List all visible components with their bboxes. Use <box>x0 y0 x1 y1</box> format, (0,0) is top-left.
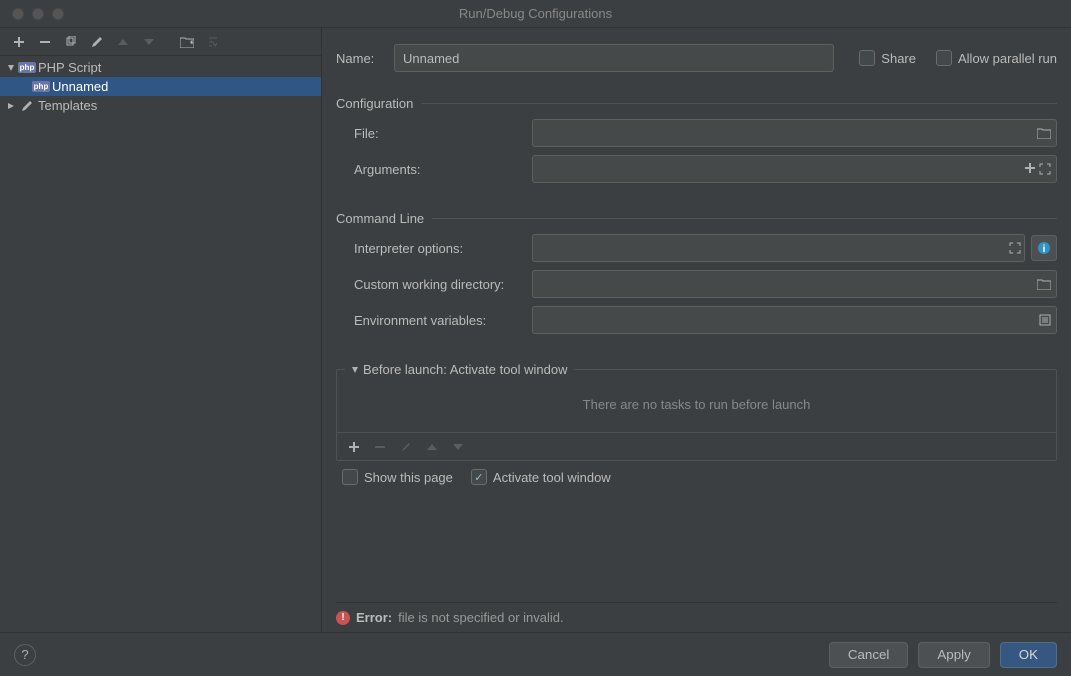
before-launch-empty: There are no tasks to run before launch <box>337 377 1056 432</box>
checkbox-checked-icon <box>471 469 487 485</box>
arguments-input[interactable] <box>532 155 1057 183</box>
ok-button[interactable]: OK <box>1000 642 1057 668</box>
move-task-up-button <box>421 436 443 458</box>
titlebar: Run/Debug Configurations <box>0 0 1071 28</box>
move-task-down-button <box>447 436 469 458</box>
activate-tool-window-checkbox[interactable]: Activate tool window <box>471 469 611 485</box>
file-label: File: <box>354 126 532 141</box>
folder-button[interactable] <box>176 31 198 53</box>
command-line-section: Command Line Interpreter options: i Cust… <box>336 211 1057 342</box>
collapse-arrow-icon <box>351 366 359 374</box>
file-input[interactable] <box>532 119 1057 147</box>
window-title: Run/Debug Configurations <box>0 6 1071 21</box>
before-launch-title[interactable]: Before launch: Activate tool window <box>345 362 574 377</box>
list-icon[interactable] <box>1039 314 1051 326</box>
share-checkbox[interactable]: Share <box>859 50 916 66</box>
footer: ? Cancel Apply OK <box>0 632 1071 676</box>
checkbox-icon <box>859 50 875 66</box>
settings-icon <box>18 99 36 113</box>
configuration-section: Configuration File: Arguments: <box>336 96 1057 191</box>
php-file-icon: php <box>18 62 36 73</box>
tree-label: Templates <box>38 98 97 113</box>
tree-label: Unnamed <box>52 79 108 94</box>
error-label: Error: <box>356 610 392 625</box>
before-launch-toolbar <box>337 432 1056 460</box>
info-button[interactable]: i <box>1031 235 1057 261</box>
working-directory-input[interactable] <box>532 270 1057 298</box>
minimize-window-icon[interactable] <box>32 8 44 20</box>
remove-config-button[interactable] <box>34 31 56 53</box>
browse-icon[interactable] <box>1037 278 1051 290</box>
php-file-icon: php <box>32 81 50 92</box>
expand-arrow-icon <box>4 102 18 110</box>
move-down-button <box>138 31 160 53</box>
sort-button <box>202 31 224 53</box>
error-icon: ! <box>336 611 350 625</box>
env-vars-label: Environment variables: <box>354 313 532 328</box>
remove-task-button <box>369 436 391 458</box>
name-input[interactable] <box>394 44 834 72</box>
sidebar: php PHP Script php Unnamed Templates <box>0 28 322 632</box>
tree-item-php-script[interactable]: php PHP Script <box>0 58 321 77</box>
browse-icon[interactable] <box>1037 127 1051 139</box>
checkbox-icon <box>936 50 952 66</box>
add-icon[interactable] <box>1025 163 1035 175</box>
add-task-button[interactable] <box>343 436 365 458</box>
apply-button[interactable]: Apply <box>918 642 989 668</box>
edit-defaults-button[interactable] <box>86 31 108 53</box>
content-panel: Name: Share Allow parallel run Configura… <box>322 28 1071 632</box>
interpreter-options-input[interactable] <box>532 234 1025 262</box>
tree-item-unnamed[interactable]: php Unnamed <box>0 77 321 96</box>
move-up-button <box>112 31 134 53</box>
window-controls <box>0 8 64 20</box>
error-message: file is not specified or invalid. <box>398 610 563 625</box>
edit-task-button <box>395 436 417 458</box>
section-title: Configuration <box>336 96 421 111</box>
expand-arrow-icon <box>4 64 18 72</box>
interpreter-options-label: Interpreter options: <box>354 241 532 256</box>
expand-icon[interactable] <box>1009 242 1021 254</box>
share-label: Share <box>881 51 916 66</box>
env-vars-input[interactable] <box>532 306 1057 334</box>
add-config-button[interactable] <box>8 31 30 53</box>
tree-item-templates[interactable]: Templates <box>0 96 321 115</box>
parallel-checkbox[interactable]: Allow parallel run <box>936 50 1057 66</box>
zoom-window-icon[interactable] <box>52 8 64 20</box>
error-row: ! Error: file is not specified or invali… <box>336 602 1057 632</box>
cancel-button[interactable]: Cancel <box>829 642 909 668</box>
copy-config-button[interactable] <box>60 31 82 53</box>
arguments-label: Arguments: <box>354 162 532 177</box>
config-tree: php PHP Script php Unnamed Templates <box>0 56 321 632</box>
checkbox-icon <box>342 469 358 485</box>
close-window-icon[interactable] <box>12 8 24 20</box>
activate-label: Activate tool window <box>493 470 611 485</box>
working-directory-label: Custom working directory: <box>354 277 532 292</box>
tree-label: PHP Script <box>38 60 101 75</box>
name-label: Name: <box>336 51 384 66</box>
expand-icon[interactable] <box>1039 163 1051 175</box>
show-page-checkbox[interactable]: Show this page <box>342 469 453 485</box>
sidebar-toolbar <box>0 28 321 56</box>
before-launch-section: Before launch: Activate tool window Ther… <box>336 362 1057 461</box>
parallel-label: Allow parallel run <box>958 51 1057 66</box>
show-page-label: Show this page <box>364 470 453 485</box>
section-title: Command Line <box>336 211 432 226</box>
help-button[interactable]: ? <box>14 644 36 666</box>
svg-text:i: i <box>1043 244 1046 255</box>
